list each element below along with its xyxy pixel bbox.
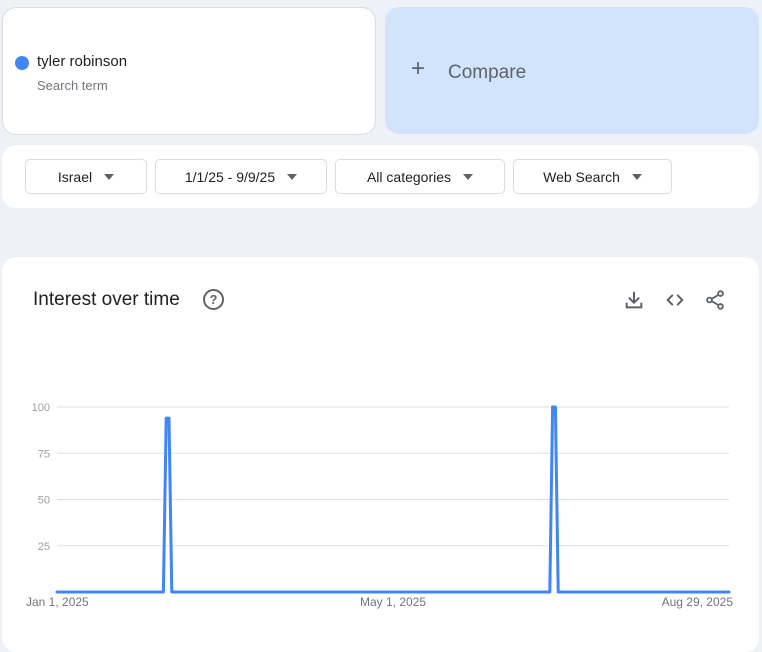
y-tick-label: 25 xyxy=(38,541,50,553)
interest-line-chart: 25 50 75 100 Jan 1, 2025 May 1, 2025 Aug 29, 2… xyxy=(26,402,734,609)
x-tick-label: Aug 29, 2025 xyxy=(662,595,734,609)
x-tick-label: Jan 1, 2025 xyxy=(26,595,89,609)
y-tick-label: 75 xyxy=(38,448,50,460)
y-tick-label: 100 xyxy=(32,402,50,414)
x-tick-label: May 1, 2025 xyxy=(360,595,426,609)
y-tick-label: 50 xyxy=(38,495,50,507)
